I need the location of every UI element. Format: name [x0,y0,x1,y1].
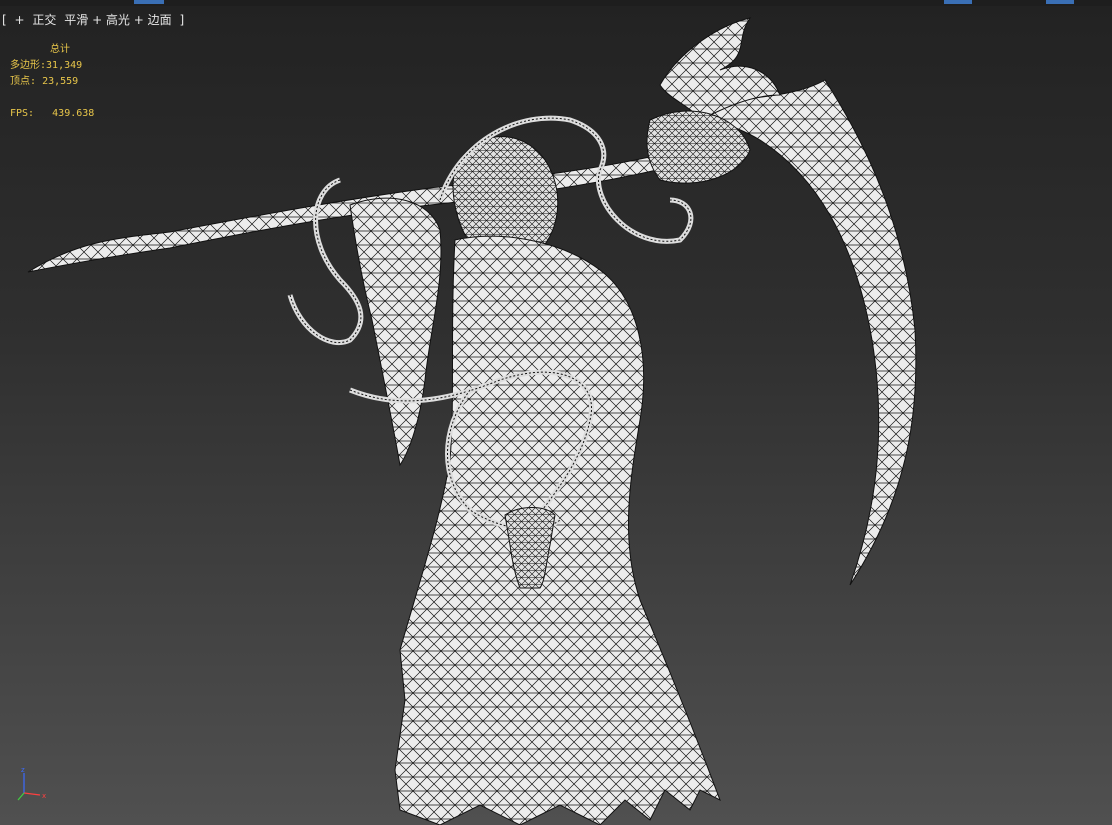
left-sleeve [349,197,442,467]
wireframe-model-viewport[interactable] [0,0,1112,825]
axis-z-label: z [21,766,25,774]
fps-label: FPS: [10,108,35,119]
viewport-menu-button[interactable]: + [15,13,25,27]
stats-polygons-row: 多边形:31,349 [10,58,94,74]
vertices-label: 顶点: [10,76,37,87]
axis-gizmo-icon: z x [17,766,46,801]
viewport-label[interactable]: [ + 正交 平滑 + 高光 + 边面 ] [2,11,188,28]
viewport-label-open: [ [2,13,7,27]
stats-fps-row: FPS: 439.638 [10,106,94,122]
fps-value: 439.638 [52,108,95,119]
stats-vertices-row: 顶点: 23,559 [10,74,94,90]
viewport-view-menu[interactable]: 正交 [32,13,56,27]
viewport-shading-menu[interactable]: 平滑 + 高光 + 边面 [64,13,171,27]
statistics-overlay: 总计 多边形:31,349 顶点: 23,559 FPS: 439.638 [10,42,94,122]
stats-title: 总计 [50,44,70,55]
axis-x-label: x [42,792,46,800]
polygons-label: 多边形: [10,60,47,71]
vertices-value: 23,559 [42,76,79,87]
robe-body [394,235,721,825]
viewport-label-close: ] [179,13,185,27]
polygons-value: 31,349 [46,60,83,71]
